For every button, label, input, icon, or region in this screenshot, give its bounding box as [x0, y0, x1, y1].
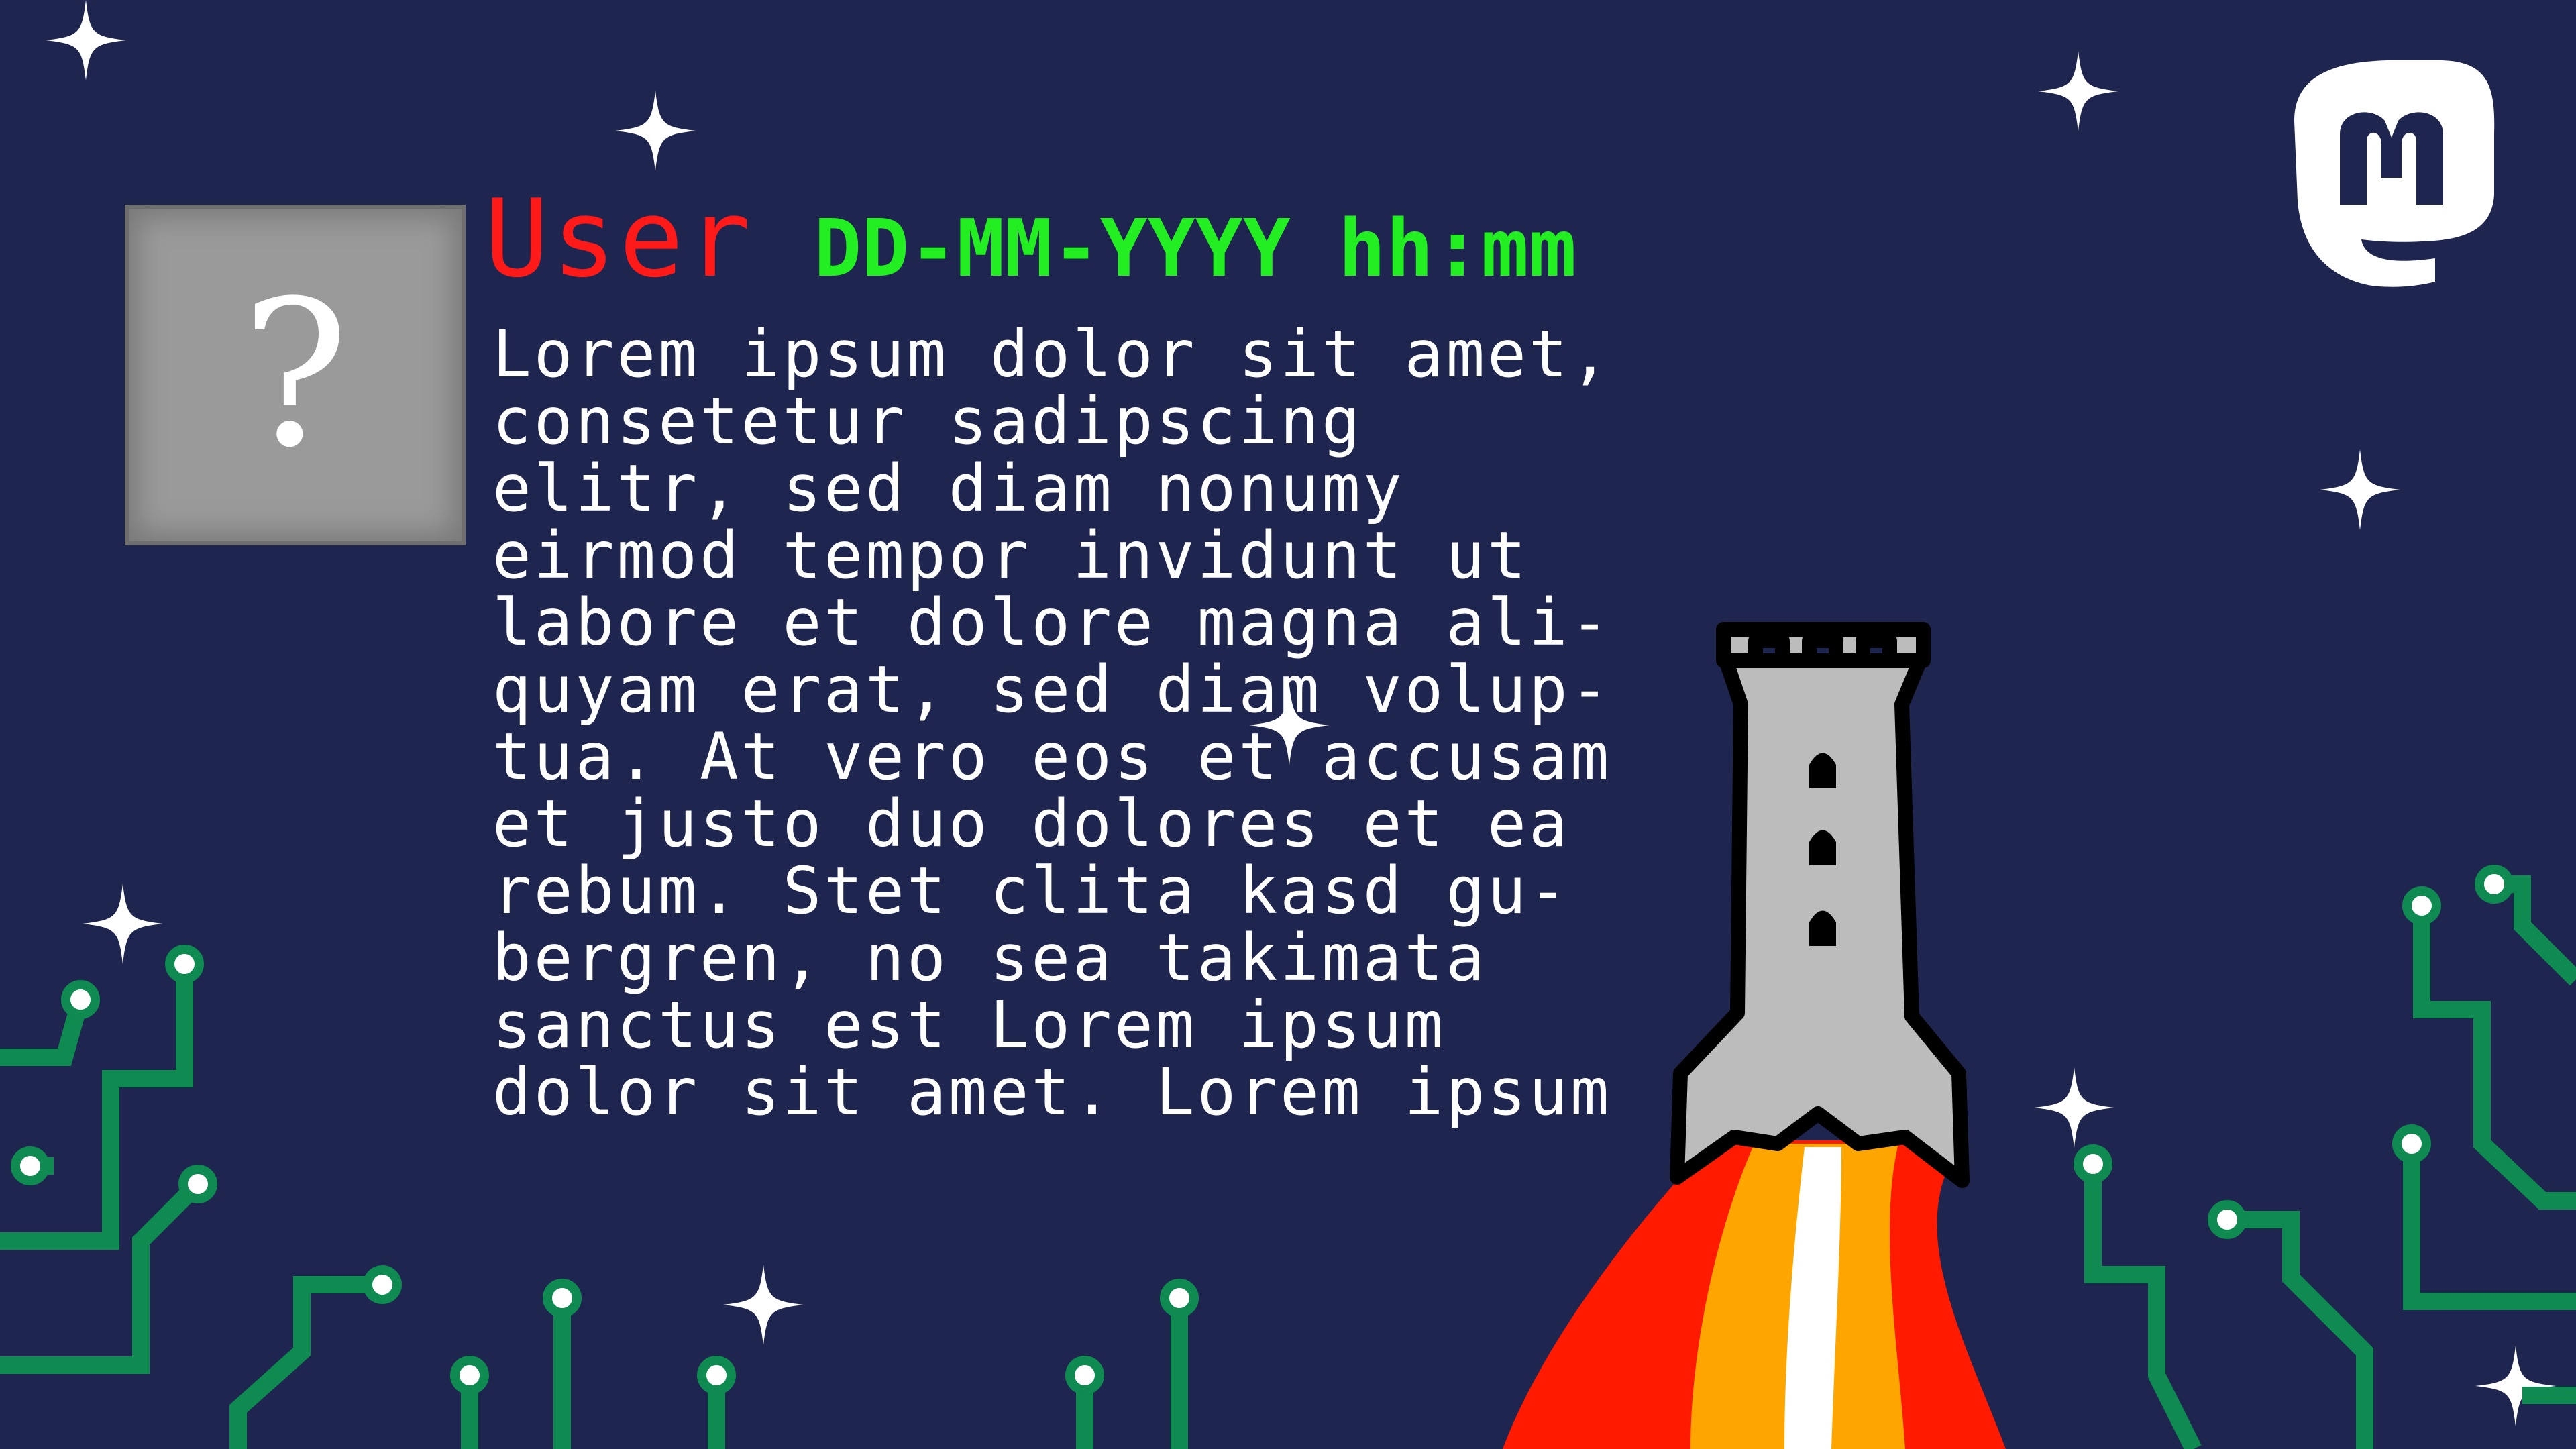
star-icon — [2475, 1346, 2556, 1426]
avatar: ? — [125, 205, 466, 545]
username[interactable]: User — [484, 176, 753, 301]
star-icon — [2320, 449, 2400, 530]
star-icon — [2038, 51, 2118, 131]
post-line: consetetur sadipscing — [492, 384, 1363, 459]
post-body: Lorem ipsum dolor sit amet, consetetur s… — [492, 321, 1660, 1126]
post-line: elitr, sed diam nonumy — [492, 451, 1405, 526]
star-icon — [83, 883, 163, 964]
post-timestamp: DD-MM-YYYY hh:mm — [814, 202, 1576, 294]
post-line: labore et dolore magna ali- — [492, 585, 1612, 660]
question-mark-icon: ? — [241, 258, 350, 492]
post-line: tua. At vero eos et accusam — [492, 719, 1612, 794]
post-header: User DD-MM-YYYY hh:mm — [484, 176, 1576, 301]
post-line: eirmod tempor invidunt ut — [492, 518, 1529, 593]
star-icon — [2034, 1067, 2114, 1148]
rocket-tower-icon — [1670, 622, 1970, 1188]
post-line: Lorem ipsum dolor sit amet, — [492, 317, 1612, 392]
star-icon — [46, 0, 126, 80]
tower-windows — [1809, 753, 1836, 946]
post-line: bergren, no sea takimata — [492, 920, 1488, 996]
mastodon-logo-icon — [2294, 60, 2495, 287]
post-line: sanctus est Lorem ipsum — [492, 987, 1446, 1063]
post-line: rebum. Stet clita kasd gu- — [492, 853, 1570, 928]
star-icon — [615, 91, 696, 171]
star-icon — [723, 1265, 804, 1345]
post-line: et justo duo dolores et ea — [492, 786, 1570, 861]
post-line: quyam erat, sed diam volup- — [492, 652, 1612, 727]
post-line: dolor sit amet. Lorem ipsum — [492, 1055, 1612, 1130]
rocket-flames — [1503, 1140, 2006, 1449]
